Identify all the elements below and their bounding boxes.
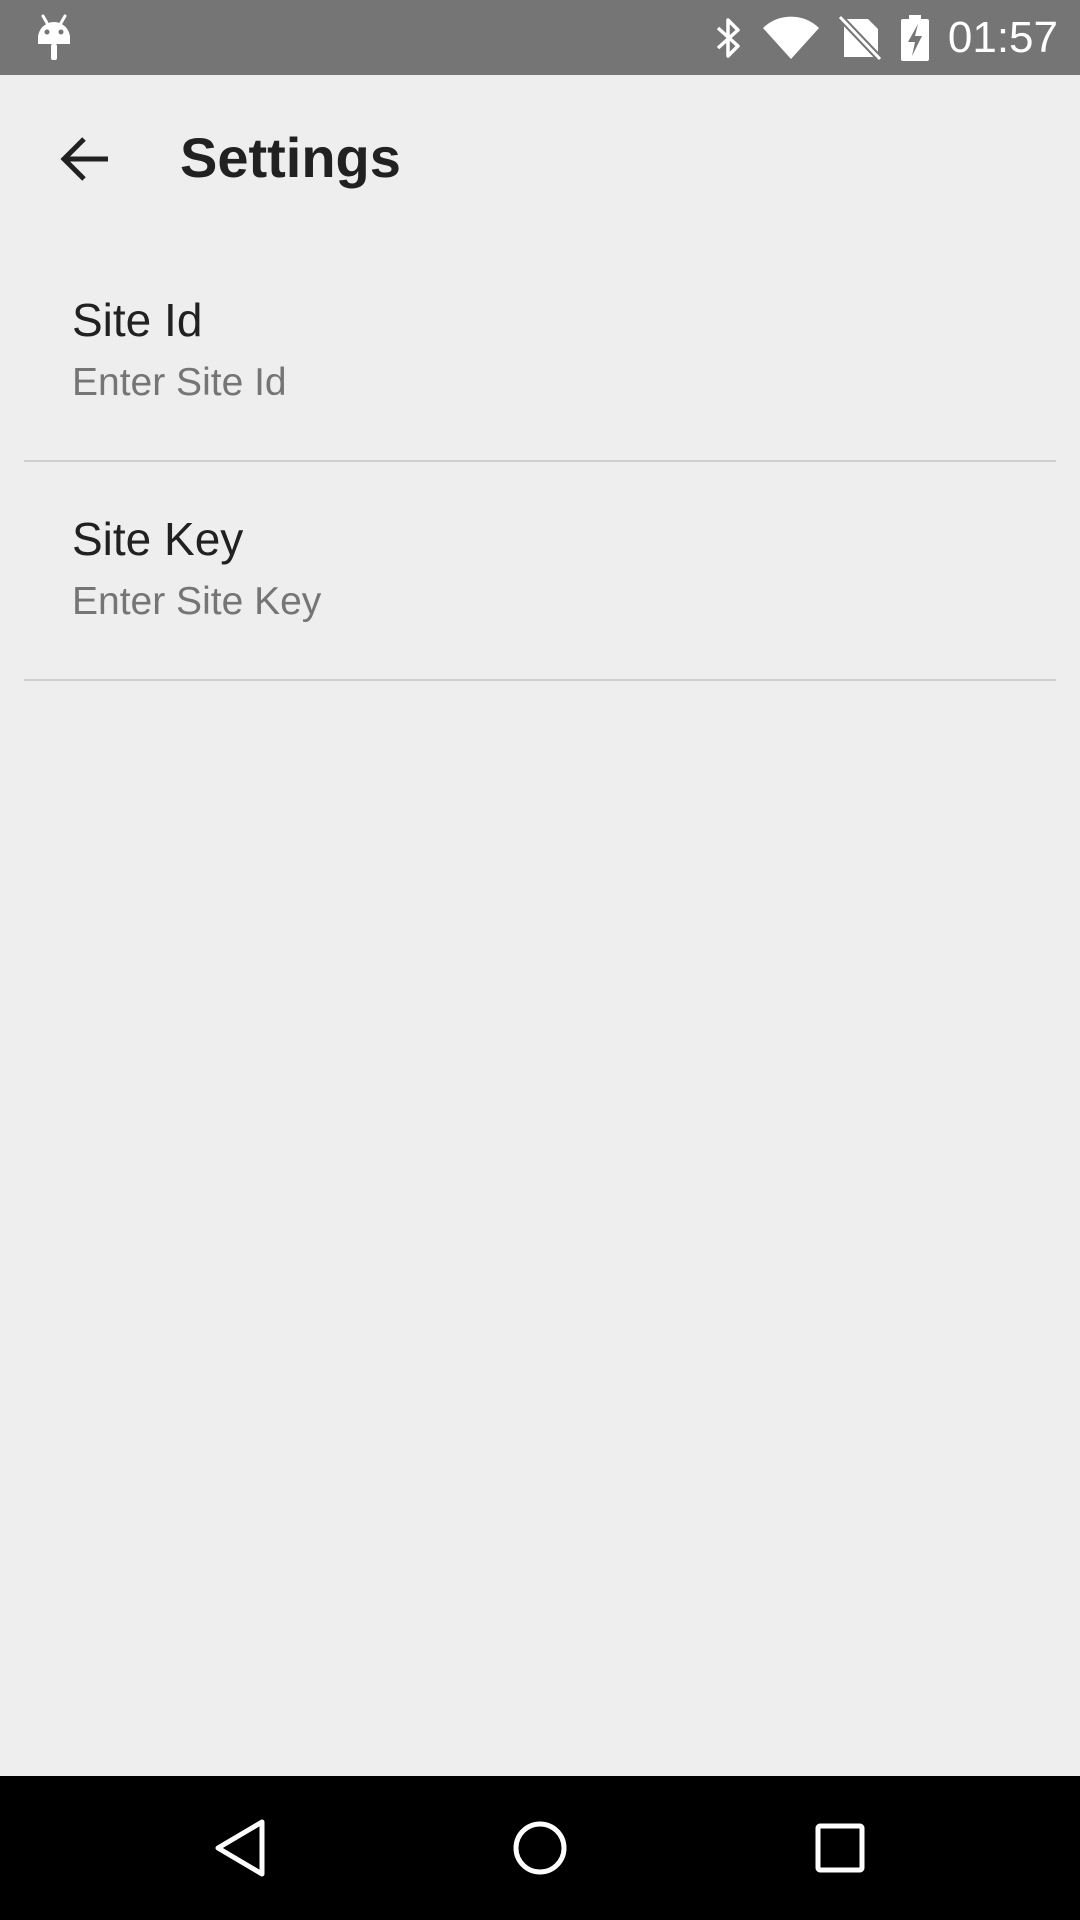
page-title: Settings — [180, 126, 401, 189]
no-sim-icon — [837, 14, 882, 61]
nav-recents-button[interactable] — [790, 1798, 890, 1898]
status-icons: 01:57 — [714, 0, 1058, 75]
home-circle-icon — [513, 1821, 567, 1875]
pref-title: Site Key — [72, 513, 244, 565]
pref-summary: Enter Site Id — [72, 361, 287, 404]
wifi-icon — [762, 16, 819, 59]
app-bar: Settings — [0, 75, 1080, 243]
navigation-bar — [0, 1776, 1080, 1920]
bluetooth-icon — [716, 17, 740, 58]
nav-home-button[interactable] — [490, 1798, 590, 1898]
battery-charging-icon — [900, 14, 929, 61]
recents-square-icon — [815, 1823, 865, 1873]
status-clock: 01:57 — [947, 12, 1058, 62]
pref-site-key[interactable]: Site Key Enter Site Key — [0, 462, 1080, 681]
arrow-back-icon — [60, 137, 108, 181]
status-bar: 01:57 — [0, 0, 1080, 75]
back-button[interactable] — [42, 117, 126, 201]
pref-site-id[interactable]: Site Id Enter Site Id — [0, 243, 1080, 462]
pref-title: Site Id — [72, 294, 203, 346]
back-triangle-icon — [215, 1819, 265, 1877]
preference-list: Site Id Enter Site Id Site Key Enter Sit… — [0, 243, 1080, 681]
nav-back-button[interactable] — [190, 1798, 290, 1898]
android-debug-icon — [38, 14, 70, 60]
divider — [24, 679, 1056, 681]
pref-summary: Enter Site Key — [72, 580, 322, 623]
